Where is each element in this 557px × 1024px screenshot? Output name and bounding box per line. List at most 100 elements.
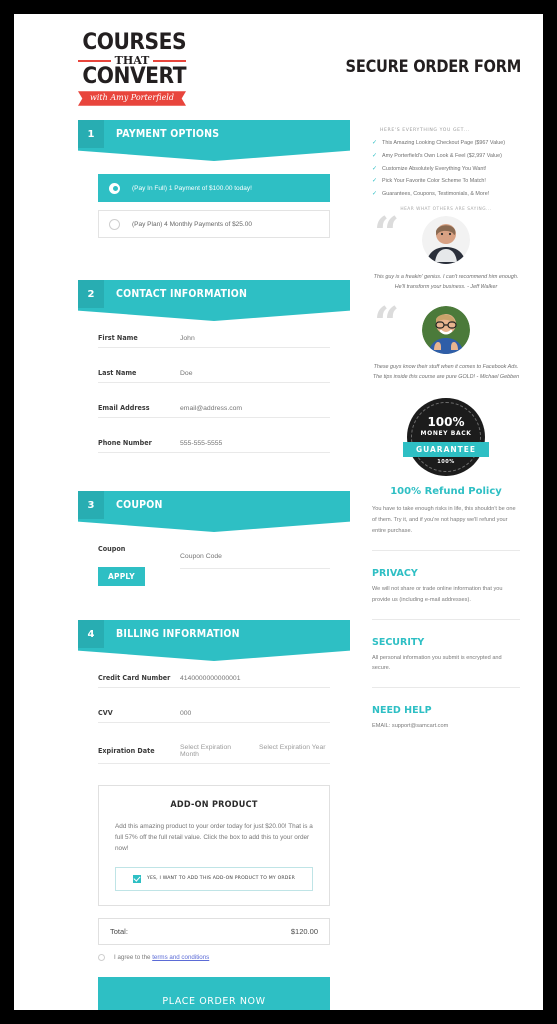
section-coupon: 3 COUPON Coupon APPLY (78, 491, 350, 604)
label-phone-number: Phone Number (98, 439, 152, 447)
cvv-input[interactable] (180, 709, 330, 717)
terms-and-conditions-link[interactable]: terms and conditions (152, 954, 209, 961)
section-body-payment: (Pay In Full) 1 Payment of $100.00 today… (78, 148, 350, 264)
logo-ribbon: with Amy Porterfield (78, 91, 186, 106)
refund-policy-body: You have to take enough risks in life, t… (372, 505, 516, 534)
section-body-contact: First Name Last Name Email Address Phone… (78, 308, 350, 475)
expiration-month-select[interactable]: Select Expiration Month (180, 744, 251, 758)
logo-rule-left (78, 59, 111, 62)
addon-checkbox-label: YES, I WANT TO ADD THIS ADD-ON PRODUCT T… (146, 876, 296, 882)
badge-money-back: MONEY BACK (420, 430, 472, 438)
avatar (422, 215, 470, 264)
radio-icon-pay-in-full[interactable] (109, 182, 120, 194)
sidebar-heading: HERE'S EVERYTHING YOU GET... (380, 128, 470, 133)
section-number-3: 3 (78, 491, 104, 519)
logo-rule-right (153, 59, 187, 62)
guarantee-badge-wrap: 100% MONEY BACK GUARANTEE 100% (372, 397, 520, 476)
privacy-title: PRIVACY (372, 567, 418, 579)
terms-prefix: I agree to the (114, 953, 153, 961)
field-row-cvv: CVV (98, 709, 330, 723)
phone-input[interactable] (180, 439, 330, 447)
addon-product-box: ADD-ON PRODUCT Add this amazing product … (98, 785, 330, 906)
section-number-2: 2 (78, 280, 104, 308)
check-icon: ✓ (372, 152, 378, 159)
payment-option-pay-in-full[interactable]: (Pay In Full) 1 Payment of $100.00 today… (98, 174, 330, 202)
section-billing-information: 4 BILLING INFORMATION Credit Card Number… (78, 620, 350, 1010)
field-row-expiration: Expiration Date Select Expiration Month … (98, 744, 330, 764)
section-title-coupon: COUPON (116, 499, 163, 511)
first-name-input[interactable] (180, 334, 330, 342)
coupon-input-wrap (180, 545, 330, 569)
order-total-box: Total: $120.00 (98, 917, 330, 945)
payment-option-label: (Pay Plan) 4 Monthly Payments of $25.00 (132, 220, 252, 228)
field-row-phone: Phone Number (98, 439, 330, 453)
divider (372, 549, 520, 551)
field-row-credit-card: Credit Card Number (98, 674, 330, 688)
check-icon: ✓ (372, 140, 378, 146)
place-order-button[interactable]: PLACE ORDER NOW (98, 976, 330, 1010)
refund-policy-title: 100% Refund Policy (390, 485, 502, 497)
sidebar-column: HERE'S EVERYTHING YOU GET... ✓ This Amaz… (372, 120, 520, 1010)
radio-icon-pay-plan[interactable] (109, 218, 120, 230)
order-form-page: COURSES THAT CONVERT with Amy Porterfiel… (14, 14, 543, 1010)
last-name-input[interactable] (180, 369, 330, 377)
security-title: SECURITY (372, 636, 425, 648)
total-label: Total: (110, 926, 128, 936)
benefit-text: Pick Your Favorite Color Scheme To Match… (382, 178, 486, 185)
divider (372, 618, 520, 620)
benefit-text: This Amazing Looking Checkout Page ($967… (382, 140, 506, 146)
credit-card-number-input[interactable] (180, 674, 330, 682)
privacy-body: We will not share or trade online inform… (372, 585, 503, 603)
benefit-text: Amy Porterfield's Own Look & Feel ($2,99… (382, 152, 502, 159)
expiration-year-select[interactable]: Select Expiration Year (259, 744, 330, 758)
badge-bottom-text: 100% (437, 459, 455, 466)
list-item: ✓ Customize Absolutely Everything You Wa… (372, 166, 520, 174)
payment-option-pay-plan[interactable]: (Pay Plan) 4 Monthly Payments of $25.00 (98, 210, 330, 238)
page-body: 1 PAYMENT OPTIONS (Pay In Full) 1 Paymen… (14, 120, 543, 1010)
coupon-code-input[interactable] (180, 553, 269, 560)
section-header-coupon: 3 COUPON (78, 491, 350, 519)
logo-line-courses: COURSES (82, 30, 187, 56)
security-block: SECURITY All personal information you su… (372, 637, 520, 675)
section-header-payment: 1 PAYMENT OPTIONS (78, 120, 350, 148)
coupon-left: Coupon APPLY (98, 545, 180, 586)
need-help-title: NEED HELP (372, 705, 432, 717)
checkbox-icon-terms[interactable] (98, 953, 105, 961)
check-icon: ✓ (372, 178, 378, 185)
benefits-checklist: ✓ This Amazing Looking Checkout Page ($9… (372, 140, 520, 199)
section-payment-options: 1 PAYMENT OPTIONS (Pay In Full) 1 Paymen… (78, 120, 350, 264)
money-back-guarantee-badge: 100% MONEY BACK GUARANTEE 100% (403, 397, 489, 476)
addon-description: Add this amazing product to your order t… (115, 823, 313, 853)
terms-agreement-row[interactable]: I agree to the terms and conditions (98, 953, 330, 961)
addon-checkbox-row[interactable]: YES, I WANT TO ADD THIS ADD-ON PRODUCT T… (115, 866, 313, 891)
need-help-block: NEED HELP EMAIL: support@samcart.com (372, 705, 520, 732)
form-column: 1 PAYMENT OPTIONS (Pay In Full) 1 Paymen… (78, 120, 350, 1010)
check-icon: ✓ (372, 191, 378, 198)
logo-line-convert: CONVERT (82, 64, 187, 90)
label-coupon: Coupon (98, 545, 126, 553)
apply-coupon-button[interactable]: APPLY (98, 567, 145, 586)
page-header: COURSES THAT CONVERT with Amy Porterfiel… (14, 14, 543, 120)
section-contact-information: 2 CONTACT INFORMATION First Name Last Na… (78, 280, 350, 475)
benefit-text: Guarantees, Coupons, Testimonials, & Mor… (382, 191, 490, 198)
page-title: SECURE ORDER FORM (345, 57, 522, 77)
privacy-block: PRIVACY We will not share or trade onlin… (372, 568, 520, 606)
coupon-row: Coupon APPLY (98, 545, 330, 586)
section-title-payment: PAYMENT OPTIONS (116, 128, 220, 140)
quote-icon: “ (374, 297, 400, 349)
label-cvv: CVV (98, 709, 113, 717)
need-help-body: EMAIL: support@samcart.com (372, 723, 449, 730)
payment-option-label: (Pay In Full) 1 Payment of $100.00 today… (132, 184, 252, 192)
list-item: ✓ Guarantees, Coupons, Testimonials, & M… (372, 191, 520, 199)
checkbox-icon-addon[interactable] (132, 874, 141, 883)
field-row-last-name: Last Name (98, 369, 330, 383)
email-input[interactable] (180, 404, 330, 412)
label-credit-card-number: Credit Card Number (98, 674, 171, 682)
divider (372, 687, 520, 689)
section-body-billing: Credit Card Number CVV Expiration Date S… (78, 648, 350, 1010)
addon-title: ADD-ON PRODUCT (170, 800, 258, 810)
label-first-name: First Name (98, 334, 138, 342)
section-title-contact: CONTACT INFORMATION (116, 288, 248, 300)
section-header-billing: 4 BILLING INFORMATION (78, 620, 350, 648)
check-icon: ✓ (372, 165, 378, 172)
